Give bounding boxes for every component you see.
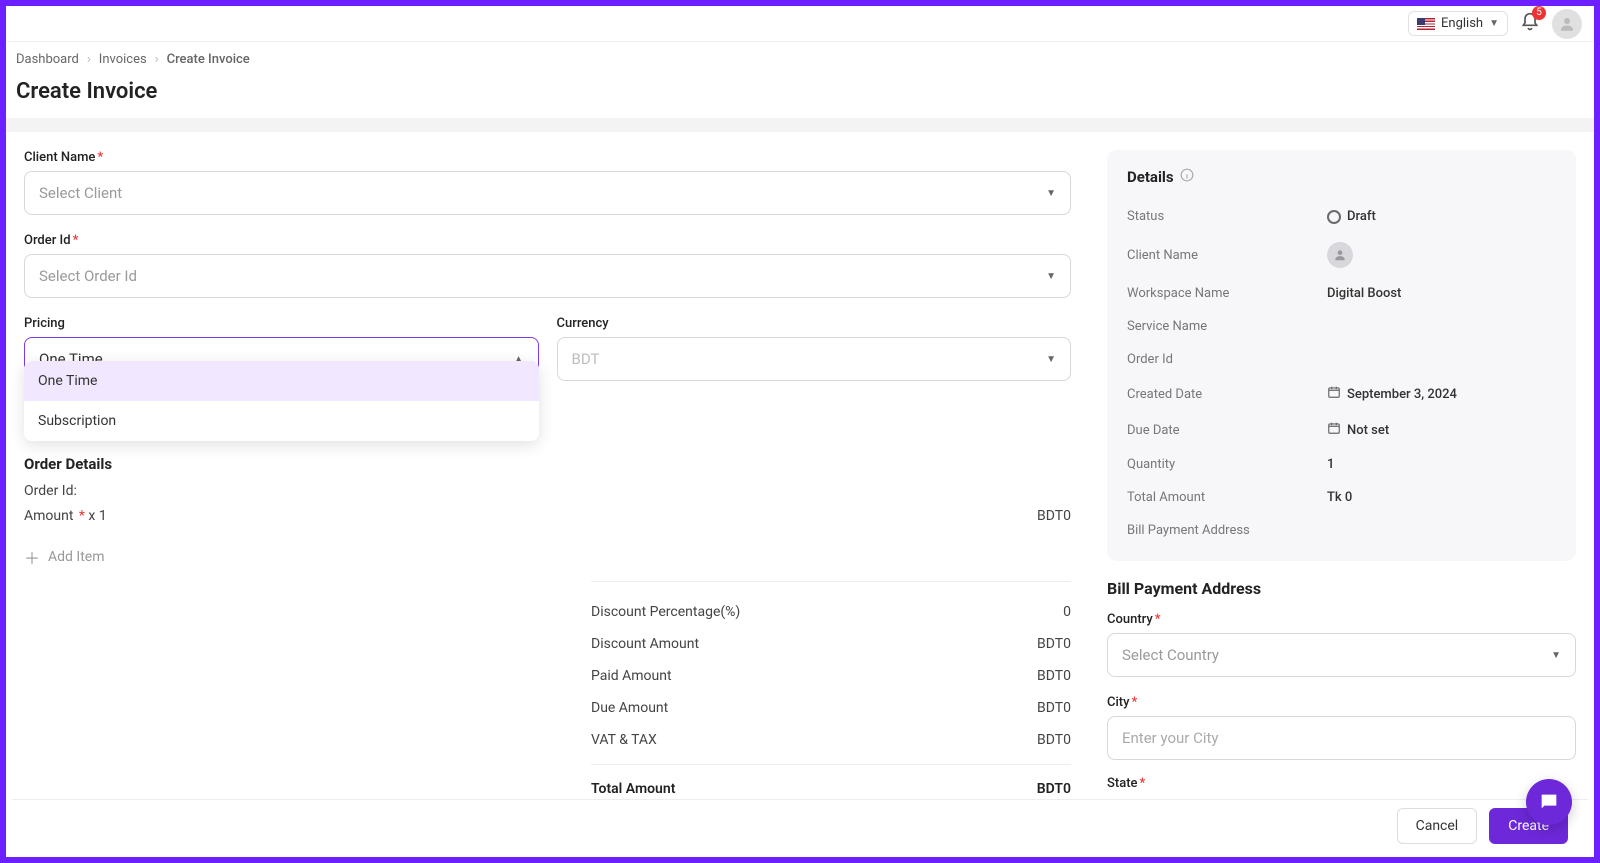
detail-created-value: September 3, 2024 — [1327, 385, 1457, 403]
chat-icon — [1538, 791, 1560, 813]
footer-bar: Cancel Create — [12, 799, 1588, 851]
detail-total-value: Tk 0 — [1327, 490, 1352, 505]
order-id-line: Order Id: — [24, 479, 1071, 503]
detail-workspace-value: Digital Boost — [1327, 286, 1401, 301]
plus-icon: ＋ — [24, 545, 40, 569]
calendar-icon — [1327, 385, 1341, 403]
detail-orderid-label: Order Id — [1127, 352, 1327, 367]
flag-icon — [1417, 18, 1435, 30]
totals-label: Due Amount — [591, 700, 668, 716]
notifications-button[interactable]: 5 — [1520, 12, 1540, 36]
breadcrumb-dashboard[interactable]: Dashboard — [16, 52, 79, 67]
city-input-wrap — [1107, 716, 1576, 760]
chevron-down-icon: ▼ — [1046, 271, 1056, 282]
detail-service-label: Service Name — [1127, 319, 1327, 334]
topbar: English ▼ 5 — [6, 6, 1594, 42]
totals-value: BDT0 — [1037, 668, 1071, 684]
user-icon — [1558, 15, 1576, 33]
city-label: City* — [1107, 695, 1576, 710]
breadcrumb: Dashboard › Invoices › Create Invoice — [6, 42, 1594, 73]
client-name-label: Client Name* — [24, 150, 1071, 165]
chevron-down-icon: ▼ — [1551, 650, 1561, 661]
page-title: Create Invoice — [6, 73, 1594, 118]
details-title: Details — [1127, 168, 1556, 186]
order-id-placeholder: Select Order Id — [39, 267, 137, 285]
divider-strip — [6, 118, 1594, 132]
totals-block: Discount Percentage(%) 0 Discount Amount B… — [591, 581, 1071, 805]
form-column: Client Name* Select Client ▼ Order Id* S… — [6, 132, 1089, 833]
order-id-label: Order Id* — [24, 233, 1071, 248]
chat-widget[interactable] — [1526, 779, 1572, 825]
language-selector[interactable]: English ▼ — [1408, 11, 1508, 36]
amount-line-value: BDT0 — [1037, 508, 1071, 524]
detail-status-label: Status — [1127, 209, 1327, 224]
client-name-select[interactable]: Select Client ▼ — [24, 171, 1071, 215]
detail-workspace-label: Workspace Name — [1127, 286, 1327, 301]
pricing-dropdown: One Time Subscription — [24, 361, 539, 441]
calendar-icon — [1327, 421, 1341, 439]
totals-value: BDT0 — [1037, 732, 1071, 748]
avatar[interactable] — [1552, 9, 1582, 39]
amount-line-label: Amount * x 1 — [24, 508, 107, 524]
totals-value: BDT0 — [1037, 700, 1071, 716]
currency-label: Currency — [557, 316, 1072, 331]
detail-due-label: Due Date — [1127, 423, 1327, 438]
detail-client-value — [1327, 242, 1353, 268]
totals-value: 0 — [1063, 604, 1071, 620]
status-dot-icon — [1327, 210, 1341, 224]
detail-client-label: Client Name — [1127, 248, 1327, 263]
detail-due-value: Not set — [1327, 421, 1389, 439]
detail-total-label: Total Amount — [1127, 490, 1327, 505]
country-label: Country* — [1107, 612, 1576, 627]
country-select[interactable]: Select Country ▼ — [1107, 633, 1576, 677]
totals-label: Discount Amount — [591, 636, 699, 652]
breadcrumb-invoices[interactable]: Invoices — [99, 52, 147, 67]
pricing-label: Pricing — [24, 316, 539, 331]
chevron-down-icon: ▼ — [1046, 354, 1056, 365]
language-label: English — [1441, 16, 1483, 31]
cancel-button[interactable]: Cancel — [1397, 808, 1478, 844]
country-placeholder: Select Country — [1122, 646, 1219, 664]
amount-row: Amount * x 1 BDT0 — [24, 503, 1071, 529]
detail-created-label: Created Date — [1127, 387, 1327, 402]
detail-quantity-label: Quantity — [1127, 457, 1327, 472]
notification-badge: 5 — [1532, 6, 1546, 20]
pricing-option-one-time[interactable]: One Time — [24, 361, 539, 401]
chevron-right-icon: › — [155, 52, 159, 67]
totals-label: Discount Percentage(%) — [591, 604, 740, 620]
details-column: Details Status Draft Client Name Workspa… — [1089, 132, 1594, 833]
currency-value: BDT — [572, 350, 600, 368]
totals-label: Paid Amount — [591, 668, 672, 684]
totals-label: VAT & TAX — [591, 732, 657, 748]
total-amount-value: BDT0 — [1037, 781, 1071, 797]
user-icon — [1327, 242, 1353, 268]
order-details: Order Details Order Id: Amount * x 1 BDT… — [24, 455, 1071, 805]
info-icon — [1180, 168, 1194, 186]
chevron-down-icon: ▼ — [1046, 188, 1056, 199]
detail-status-value: Draft — [1327, 209, 1376, 224]
totals-value: BDT0 — [1037, 636, 1071, 652]
detail-bpa-label: Bill Payment Address — [1127, 523, 1327, 538]
add-item-button[interactable]: ＋ Add Item — [24, 535, 1071, 575]
add-item-label: Add Item — [48, 549, 105, 565]
city-input[interactable] — [1122, 729, 1561, 747]
content: Client Name* Select Client ▼ Order Id* S… — [6, 132, 1594, 833]
pricing-option-subscription[interactable]: Subscription — [24, 401, 539, 441]
chevron-down-icon: ▼ — [1489, 18, 1499, 29]
currency-select[interactable]: BDT ▼ — [557, 337, 1072, 381]
chevron-right-icon: › — [87, 52, 91, 67]
client-name-placeholder: Select Client — [39, 184, 122, 202]
breadcrumb-current: Create Invoice — [167, 52, 250, 67]
bill-address-title: Bill Payment Address — [1107, 579, 1576, 598]
order-details-title: Order Details — [24, 455, 1071, 473]
details-card: Details Status Draft Client Name Workspa… — [1107, 150, 1576, 561]
total-amount-label: Total Amount — [591, 781, 675, 797]
order-id-select[interactable]: Select Order Id ▼ — [24, 254, 1071, 298]
detail-quantity-value: 1 — [1327, 457, 1334, 472]
state-label: State* — [1107, 776, 1576, 791]
